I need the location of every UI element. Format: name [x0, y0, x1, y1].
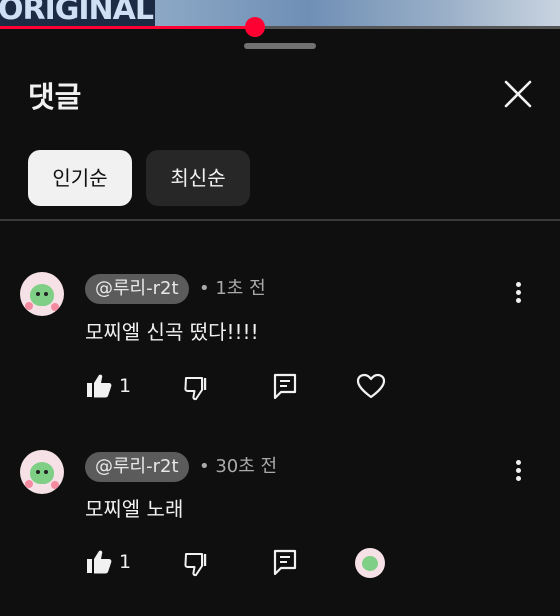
like-count: 1	[119, 375, 132, 397]
close-button[interactable]	[500, 76, 536, 112]
dislike-icon	[184, 377, 207, 401]
comment-text: 모찌엘 신곡 떴다!!!!	[85, 320, 259, 344]
video-progress-fill	[0, 26, 255, 29]
dislike-button[interactable]	[183, 550, 211, 578]
like-button[interactable]	[85, 548, 113, 576]
comment-timestamp: • 30초 전	[199, 456, 278, 477]
heart-button[interactable]	[356, 372, 386, 400]
dislike-icon	[184, 553, 207, 577]
dislike-button[interactable]	[183, 374, 211, 402]
comment-text: 모찌엘 노래	[85, 497, 184, 521]
reply-button[interactable]	[271, 372, 299, 400]
reply-icon	[273, 549, 297, 576]
like-count: 1	[119, 551, 132, 573]
like-icon	[87, 550, 112, 574]
comment-author-handle[interactable]: @루리-r2t	[85, 274, 189, 304]
sort-chip-top[interactable]: 인기순	[28, 150, 132, 206]
comments-title: 댓글	[28, 80, 82, 114]
like-icon	[87, 374, 112, 398]
heart-icon	[356, 373, 386, 399]
more-vert-icon[interactable]	[508, 456, 528, 486]
close-icon	[504, 80, 532, 108]
avatar[interactable]	[20, 272, 64, 316]
avatar[interactable]	[20, 450, 64, 494]
comment-item: @루리-r2t • 1초 전 모찌엘 신곡 떴다!!!! 1	[0, 268, 560, 438]
like-button[interactable]	[85, 372, 113, 400]
sort-chip-newest[interactable]: 최신순	[146, 150, 250, 206]
reply-button[interactable]	[271, 548, 299, 576]
creator-heart-avatar	[355, 548, 385, 578]
comment-timestamp: • 1초 전	[199, 278, 266, 299]
more-vert-icon[interactable]	[508, 278, 528, 308]
video-player-strip[interactable]: ORIGINAL	[0, 0, 560, 27]
sheet-drag-handle[interactable]	[244, 43, 316, 49]
video-overlay-text: ORIGINAL	[0, 0, 154, 27]
reply-icon	[273, 373, 297, 400]
video-progress-scrubber[interactable]	[244, 17, 265, 37]
comment-item: @루리-r2t • 30초 전 모찌엘 노래 1	[0, 446, 560, 616]
comment-author-handle[interactable]: @루리-r2t	[85, 452, 189, 482]
header-divider	[0, 219, 560, 221]
